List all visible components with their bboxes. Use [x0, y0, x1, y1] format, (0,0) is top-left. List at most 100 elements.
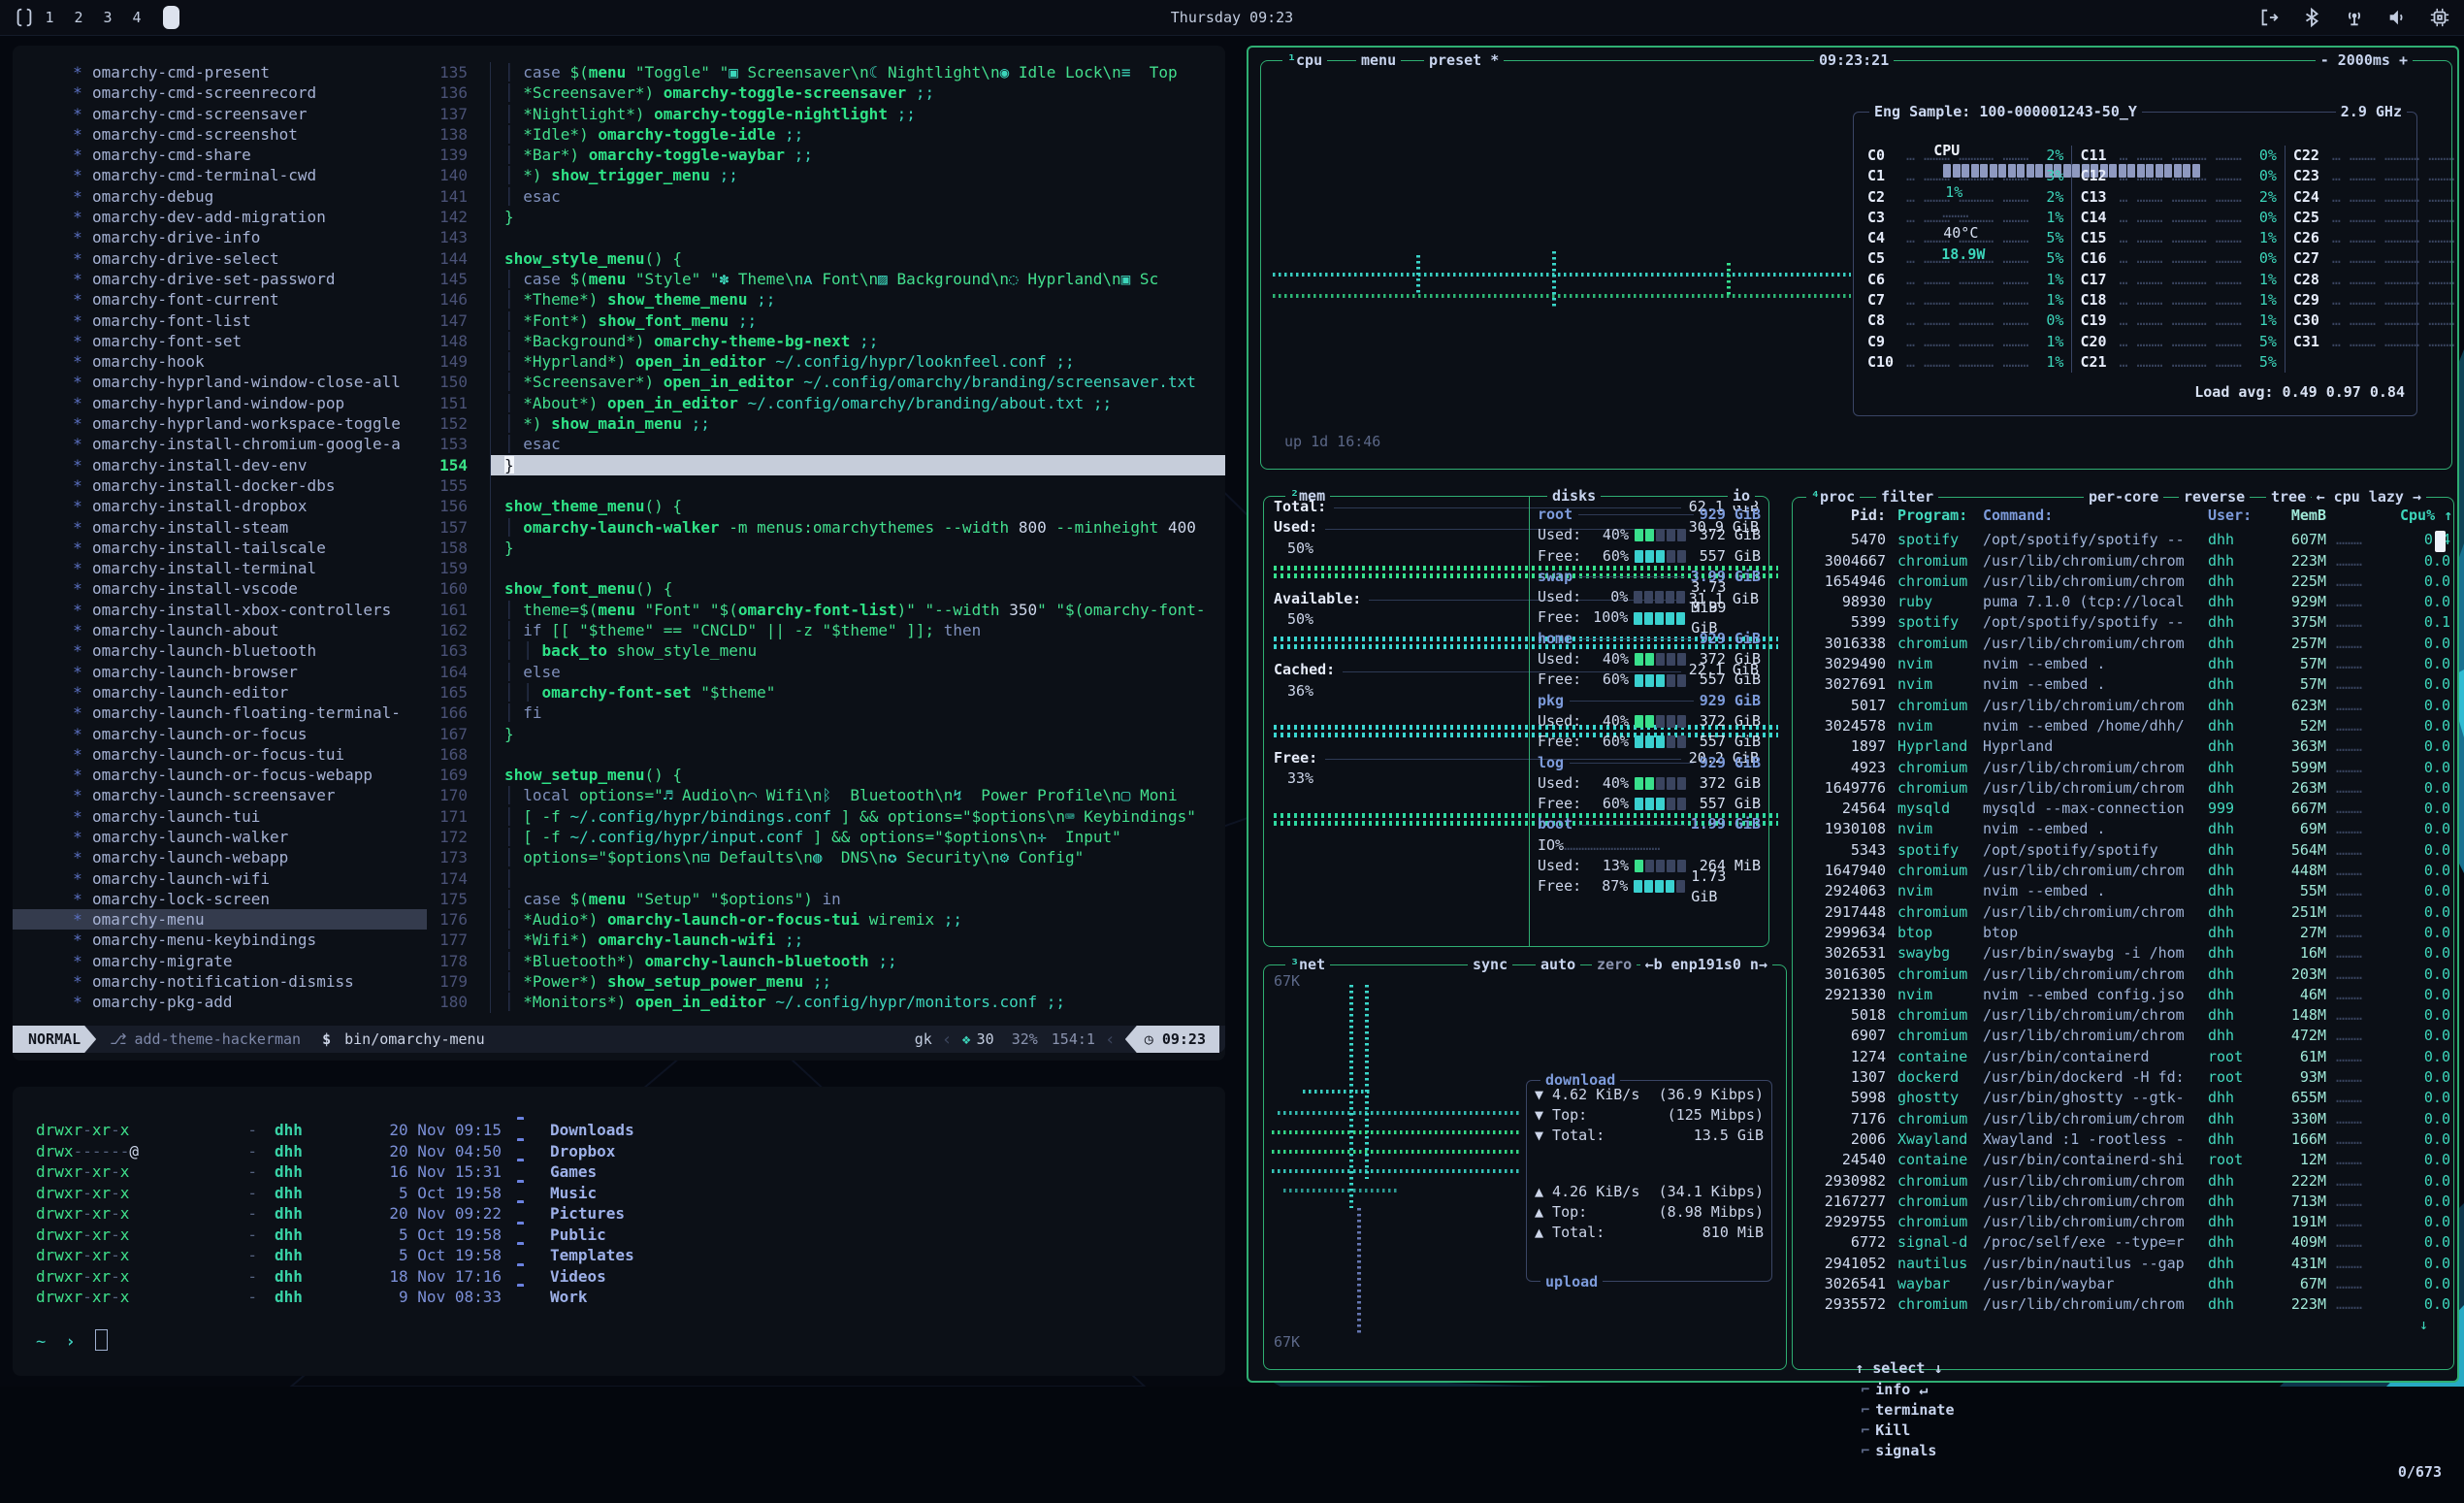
editor-row[interactable]: *omarchy-cmd-screenrecord136│ *Screensav…: [13, 82, 1225, 103]
logout-icon[interactable]: [2258, 7, 2280, 28]
file-tree-item[interactable]: *omarchy-launch-wifi: [13, 868, 427, 889]
code-line[interactable]: }: [490, 455, 1225, 475]
editor-row[interactable]: *omarchy-debug141│ esac: [13, 186, 1225, 207]
net-auto-button[interactable]: auto: [1536, 955, 1580, 974]
code-line[interactable]: show_setup_menu() {: [490, 765, 1225, 785]
file-tree-item[interactable]: *omarchy-hook: [13, 351, 427, 372]
proc-row[interactable]: 1647940chromium/usr/lib/chromium/chromdh…: [1793, 861, 2453, 881]
editor-row[interactable]: *omarchy-hyprland-window-pop151│ *About*…: [13, 393, 1225, 413]
editor-row[interactable]: *omarchy-pkg-add180│ *Monitors*) open_in…: [13, 992, 1225, 1012]
editor-row[interactable]: *omarchy-install-chromium-google-a153│ e…: [13, 434, 1225, 454]
file-tree-item[interactable]: *omarchy-menu-keybindings: [13, 930, 427, 950]
editor-row[interactable]: *omarchy-font-set148│ *Background*) omar…: [13, 331, 1225, 351]
file-tree-item[interactable]: *omarchy-install-steam: [13, 517, 427, 538]
file-tree-item[interactable]: *omarchy-launch-or-focus-webapp: [13, 765, 427, 785]
code-line[interactable]: │ omarchy-launch-walker -m menus:omarchy…: [490, 517, 1225, 538]
code-line[interactable]: }: [490, 538, 1225, 558]
file-tree-item[interactable]: *omarchy-launch-walker: [13, 827, 427, 847]
proc-sort-selector[interactable]: ← cpu lazy →: [2312, 487, 2426, 506]
proc-select-hint[interactable]: ↑ select ↓: [1855, 1359, 1942, 1377]
file-tree-item[interactable]: *omarchy-cmd-screensaver: [13, 104, 427, 124]
proc-row[interactable]: 2935572chromium/usr/lib/chromium/chromdh…: [1793, 1294, 2453, 1315]
code-line[interactable]: │ *Audio*) omarchy-launch-or-focus-tui w…: [490, 909, 1225, 930]
proc-row[interactable]: 6907chromium/usr/lib/chromium/chromdhh47…: [1793, 1026, 2453, 1046]
bluetooth-icon[interactable]: [2301, 7, 2322, 28]
directory-name[interactable]: Music: [550, 1183, 1225, 1204]
editor-row[interactable]: *omarchy-install-xbox-controllers161│ th…: [13, 600, 1225, 620]
code-line[interactable]: │ *Hyprland*) open_in_editor ~/.config/h…: [490, 351, 1225, 372]
code-line[interactable]: │ [ -f ~/.config/hypr/input.conf ] && op…: [490, 827, 1225, 847]
editor-row[interactable]: *omarchy-cmd-screenshot138│ *Idle*) omar…: [13, 124, 1225, 145]
editor-row[interactable]: *omarchy-launch-floating-terminal-166│ f…: [13, 702, 1225, 723]
proc-row[interactable]: 4923chromium/usr/lib/chromium/chromdhh59…: [1793, 758, 2453, 778]
code-line[interactable]: │ else: [490, 662, 1225, 682]
proc-row[interactable]: 2006XwaylandXwayland :1 -rootless -dhh16…: [1793, 1129, 2453, 1150]
file-tree-item[interactable]: *omarchy-cmd-screenshot: [13, 124, 427, 145]
proc-row[interactable]: 24564mysqldmysqld --max-connection999667…: [1793, 799, 2453, 819]
editor-row[interactable]: *omarchy-install-steam157│ omarchy-launc…: [13, 517, 1225, 538]
file-tree-item[interactable]: *omarchy-launch-browser: [13, 662, 427, 682]
net-zero-button[interactable]: zero: [1592, 955, 1637, 974]
editor-row[interactable]: *omarchy-font-current146│ *Theme*) show_…: [13, 289, 1225, 310]
editor-row[interactable]: *omarchy-launch-about162│ if [[ "$theme"…: [13, 620, 1225, 640]
file-tree-item[interactable]: *omarchy-install-chromium-google-a: [13, 434, 427, 454]
proc-row[interactable]: 2167277chromium/usr/lib/chromium/chromdh…: [1793, 1192, 2453, 1212]
proc-row[interactable]: 3016305chromium/usr/lib/chromium/chromdh…: [1793, 964, 2453, 985]
code-line[interactable]: show_theme_menu() {: [490, 496, 1225, 516]
proc-reverse-button[interactable]: reverse: [2179, 487, 2250, 506]
editor-row[interactable]: *omarchy-launch-or-focus167}: [13, 724, 1225, 744]
net-interface[interactable]: ←b enp191s0 n→: [1640, 955, 1772, 974]
proc-kill-hint[interactable]: Kill: [1875, 1421, 1910, 1439]
code-line[interactable]: │ *) show_main_menu ;;: [490, 413, 1225, 434]
proc-row[interactable]: 5018chromium/usr/lib/chromium/chromdhh14…: [1793, 1005, 2453, 1026]
code-line[interactable]: │ *Screensaver*) omarchy-toggle-screensa…: [490, 82, 1225, 103]
code-line[interactable]: │ *Font*) show_font_menu ;;: [490, 310, 1225, 331]
editor-row[interactable]: *omarchy-install-tailscale158}: [13, 538, 1225, 558]
editor-row[interactable]: *omarchy-notification-dismiss179│ *Power…: [13, 971, 1225, 992]
editor-row[interactable]: *omarchy-hook149│ *Hyprland*) open_in_ed…: [13, 351, 1225, 372]
editor-buffer[interactable]: *omarchy-cmd-present135│ case $(menu "To…: [13, 62, 1225, 1013]
editor-row[interactable]: *omarchy-drive-set-password145│ case $(m…: [13, 269, 1225, 289]
proc-terminate-hint[interactable]: terminate: [1875, 1401, 1954, 1419]
file-tree-item[interactable]: *omarchy-drive-info: [13, 227, 427, 247]
proc-row[interactable]: 3004667chromium/usr/lib/chromium/chromdh…: [1793, 551, 2453, 572]
code-line[interactable]: │ *Power*) show_setup_power_menu ;;: [490, 971, 1225, 992]
file-tree-item[interactable]: *omarchy-migrate: [13, 951, 427, 971]
proc-row[interactable]: 5343spotify/opt/spotify/spotifydhh564M………: [1793, 840, 2453, 861]
code-line[interactable]: │ case $(menu "Style" "✽ Theme\nᴀ Font\n…: [490, 269, 1225, 289]
editor-row[interactable]: *omarchy-launch-walker172│ [ -f ~/.confi…: [13, 827, 1225, 847]
file-tree-item[interactable]: *omarchy-launch-screensaver: [13, 785, 427, 805]
tab-cpu[interactable]: ¹¹cpucpu: [1282, 50, 1327, 70]
code-line[interactable]: │ options="$options\n⊡ Defaults\n◍ DNS\n…: [490, 847, 1225, 867]
proc-row[interactable]: 1897HyprlandHyprlanddhh363M………0.0: [1793, 736, 2453, 757]
file-tree-item[interactable]: *omarchy-notification-dismiss: [13, 971, 427, 992]
code-line[interactable]: │ *Bluetooth*) omarchy-launch-bluetooth …: [490, 951, 1225, 971]
editor-row[interactable]: *omarchy-drive-info143: [13, 227, 1225, 247]
directory-name[interactable]: Public: [550, 1225, 1225, 1246]
editor-row[interactable]: *omarchy-cmd-present135│ case $(menu "To…: [13, 62, 1225, 82]
file-tree-item[interactable]: *omarchy-launch-bluetooth: [13, 640, 427, 661]
file-tree-item[interactable]: *omarchy-launch-about: [13, 620, 427, 640]
directory-name[interactable]: Pictures: [550, 1203, 1225, 1225]
code-line[interactable]: │ *Background*) omarchy-theme-bg-next ;;: [490, 331, 1225, 351]
editor-row[interactable]: *omarchy-hyprland-window-close-all150│ *…: [13, 372, 1225, 392]
editor-row[interactable]: *omarchy-launch-editor165│ │ omarchy-fon…: [13, 682, 1225, 702]
file-tree-item[interactable]: *omarchy-hyprland-workspace-toggle: [13, 413, 427, 434]
editor-row[interactable]: *omarchy-launch-tui171│ [ -f ~/.config/h…: [13, 806, 1225, 827]
file-tree-item[interactable]: *omarchy-launch-tui: [13, 806, 427, 827]
code-line[interactable]: │ theme=$(menu "Font" "$(omarchy-font-li…: [490, 600, 1225, 620]
file-tree-item[interactable]: *omarchy-install-dropbox: [13, 496, 427, 516]
editor-row[interactable]: *omarchy-launch-or-focus-webapp169show_s…: [13, 765, 1225, 785]
file-tree-item[interactable]: *omarchy-font-current: [13, 289, 427, 310]
proc-row[interactable]: 3016338chromium/usr/lib/chromium/chromdh…: [1793, 634, 2453, 654]
network-icon[interactable]: [2344, 7, 2365, 28]
editor-row[interactable]: *omarchy-lock-screen175│ case $(menu "Se…: [13, 889, 1225, 909]
file-tree-item[interactable]: *omarchy-cmd-present: [13, 62, 427, 82]
proc-row[interactable]: 6772signal-d/proc/self/exe --type=rdhh40…: [1793, 1232, 2453, 1253]
proc-row[interactable]: 24540containe/usr/bin/containerd-shiroot…: [1793, 1150, 2453, 1170]
code-line[interactable]: │ │ back_to show_style_menu: [490, 640, 1225, 661]
code-line[interactable]: │ *Wifi*) omarchy-launch-wifi ;;: [490, 930, 1225, 950]
proc-row[interactable]: 2941052nautilus/usr/bin/nautilus --gapdh…: [1793, 1254, 2453, 1274]
proc-filter-button[interactable]: filter: [1876, 487, 1938, 506]
proc-row[interactable]: 5998ghostty/usr/bin/ghostty --gtk-dhh655…: [1793, 1088, 2453, 1108]
